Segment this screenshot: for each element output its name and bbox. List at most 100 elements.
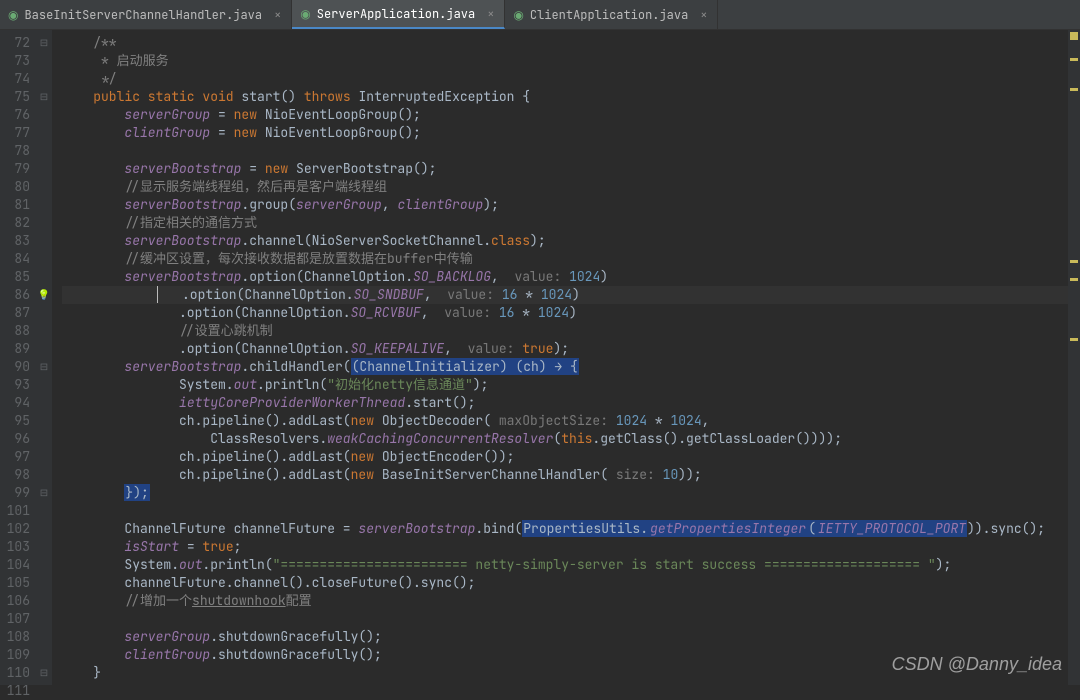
gutter-cell [36,322,52,340]
warning-marker[interactable] [1070,338,1078,341]
code-line[interactable]: //增加一个shutdownhook配置 [62,592,1080,610]
gutter-cell [36,196,52,214]
fold-icon[interactable]: ⊟ [36,88,52,106]
line-number: 88 [0,322,30,340]
tab-label: ClientApplication.java [530,6,688,24]
code-line[interactable]: */ [62,70,1080,88]
gutter-cell [36,538,52,556]
warning-marker[interactable] [1070,88,1078,91]
fold-icon[interactable]: ⊟ [36,358,52,376]
analysis-indicator[interactable] [1070,32,1078,40]
gutter-cell [36,70,52,88]
code-line[interactable]: clientGroup.shutdownGracefully(); [62,646,1080,664]
code-line[interactable]: ClassResolvers.weakCachingConcurrentReso… [62,430,1080,448]
tab-BaseInitServerChannelHandler[interactable]: ◉ BaseInitServerChannelHandler.java × [0,0,292,29]
code-line[interactable]: ch.pipeline().addLast(new ObjectEncoder(… [62,448,1080,466]
gutter-cell [36,304,52,322]
line-number: 99 [0,484,30,502]
gutter-cell [36,448,52,466]
line-number: 74 [0,70,30,88]
code-line[interactable] [62,610,1080,628]
code-line[interactable]: ch.pipeline().addLast(new ObjectDecoder(… [62,412,1080,430]
code-line[interactable]: isStart = true; [62,538,1080,556]
line-number: 87 [0,304,30,322]
gutter-cell [36,394,52,412]
line-number: 93 [0,376,30,394]
code-line[interactable]: System.out.println("初始化netty信息通道"); [62,376,1080,394]
code-line[interactable]: //指定相关的通信方式 [62,214,1080,232]
line-number: 72 [0,34,30,52]
code-line[interactable]: //设置心跳机制 [62,322,1080,340]
tab-ClientApplication[interactable]: ◉ ClientApplication.java × [505,0,718,29]
code-line[interactable]: //缓冲区设置，每次接收数据都是放置数据在buffer中传输 [62,250,1080,268]
gutter-cell [36,466,52,484]
java-file-icon: ◉ [513,6,523,24]
gutter-cell [36,502,52,520]
code-line[interactable]: channelFuture.channel().closeFuture().sy… [62,574,1080,592]
line-number: 108 [0,628,30,646]
code-line[interactable]: iettyCoreProviderWorkerThread.start(); [62,394,1080,412]
fold-icon[interactable]: ⊟ [36,664,52,682]
editor-tabs: ◉ BaseInitServerChannelHandler.java × ◉ … [0,0,1080,30]
warning-marker[interactable] [1070,58,1078,61]
close-icon[interactable]: × [487,5,494,23]
gutter-cell [36,430,52,448]
gutter-folds: ⊟ ⊟ ⊟ ⊟ ⊟ [36,30,52,685]
line-number: 96 [0,430,30,448]
java-file-icon: ◉ [300,5,310,23]
code-line[interactable]: ch.pipeline().addLast(new BaseInitServer… [62,466,1080,484]
java-file-icon: ◉ [8,6,18,24]
gutter-line-numbers: 7273747576777879808182838485868788899093… [0,30,36,685]
code-line[interactable]: }); [62,484,1080,502]
code-line[interactable]: serverBootstrap.option(ChannelOption.SO_… [62,268,1080,286]
warning-marker[interactable] [1070,278,1078,281]
line-number: 80 [0,178,30,196]
fold-icon[interactable]: ⊟ [36,484,52,502]
line-number: 81 [0,196,30,214]
line-number: 109 [0,646,30,664]
code-line[interactable]: .option(ChannelOption.SO_SNDBUF, value: … [62,286,1080,304]
line-number: 101 [0,502,30,520]
intention-bulb-icon[interactable] [36,286,52,304]
gutter-cell [36,142,52,160]
line-number: 83 [0,232,30,250]
close-icon[interactable]: × [274,6,281,24]
code-line[interactable] [62,142,1080,160]
fold-icon[interactable]: ⊟ [36,34,52,52]
code-line[interactable]: serverBootstrap.channel(NioServerSocketC… [62,232,1080,250]
close-icon[interactable]: × [700,6,707,24]
code-line[interactable]: * 启动服务 [62,52,1080,70]
line-number: 104 [0,556,30,574]
code-line[interactable]: public static void start() throws Interr… [62,88,1080,106]
code-line[interactable]: //显示服务端线程组，然后再是客户端线程组 [62,178,1080,196]
gutter-cell [36,520,52,538]
code-line[interactable]: serverBootstrap.group(serverGroup, clien… [62,196,1080,214]
warning-marker[interactable] [1070,260,1078,263]
line-number: 103 [0,538,30,556]
code-line[interactable]: serverGroup = new NioEventLoopGroup(); [62,106,1080,124]
tab-ServerApplication[interactable]: ◉ ServerApplication.java × [292,0,505,29]
code-line[interactable]: .option(ChannelOption.SO_KEEPALIVE, valu… [62,340,1080,358]
code-line[interactable]: serverGroup.shutdownGracefully(); [62,628,1080,646]
gutter-cell [36,250,52,268]
code-line[interactable] [62,502,1080,520]
editor-area[interactable]: 7273747576777879808182838485868788899093… [0,30,1080,685]
code-line[interactable]: } [62,664,1080,682]
code-line[interactable]: .option(ChannelOption.SO_RCVBUF, value: … [62,304,1080,322]
line-number: 85 [0,268,30,286]
line-number: 89 [0,340,30,358]
code-line[interactable]: clientGroup = new NioEventLoopGroup(); [62,124,1080,142]
code-line[interactable]: System.out.println("====================… [62,556,1080,574]
error-stripe[interactable] [1068,30,1080,685]
gutter-cell [36,124,52,142]
code-line[interactable]: serverBootstrap.childHandler((ChannelIni… [62,358,1080,376]
line-number: 110 [0,664,30,682]
gutter-cell [36,214,52,232]
code-line[interactable]: ChannelFuture channelFuture = serverBoot… [62,520,1080,538]
code-line[interactable]: serverBootstrap = new ServerBootstrap(); [62,160,1080,178]
gutter-cell [36,178,52,196]
code-content[interactable]: /** * 启动服务 */ public static void start()… [52,30,1080,685]
code-line[interactable]: /** [62,34,1080,52]
gutter-cell [36,646,52,664]
gutter-cell [36,106,52,124]
